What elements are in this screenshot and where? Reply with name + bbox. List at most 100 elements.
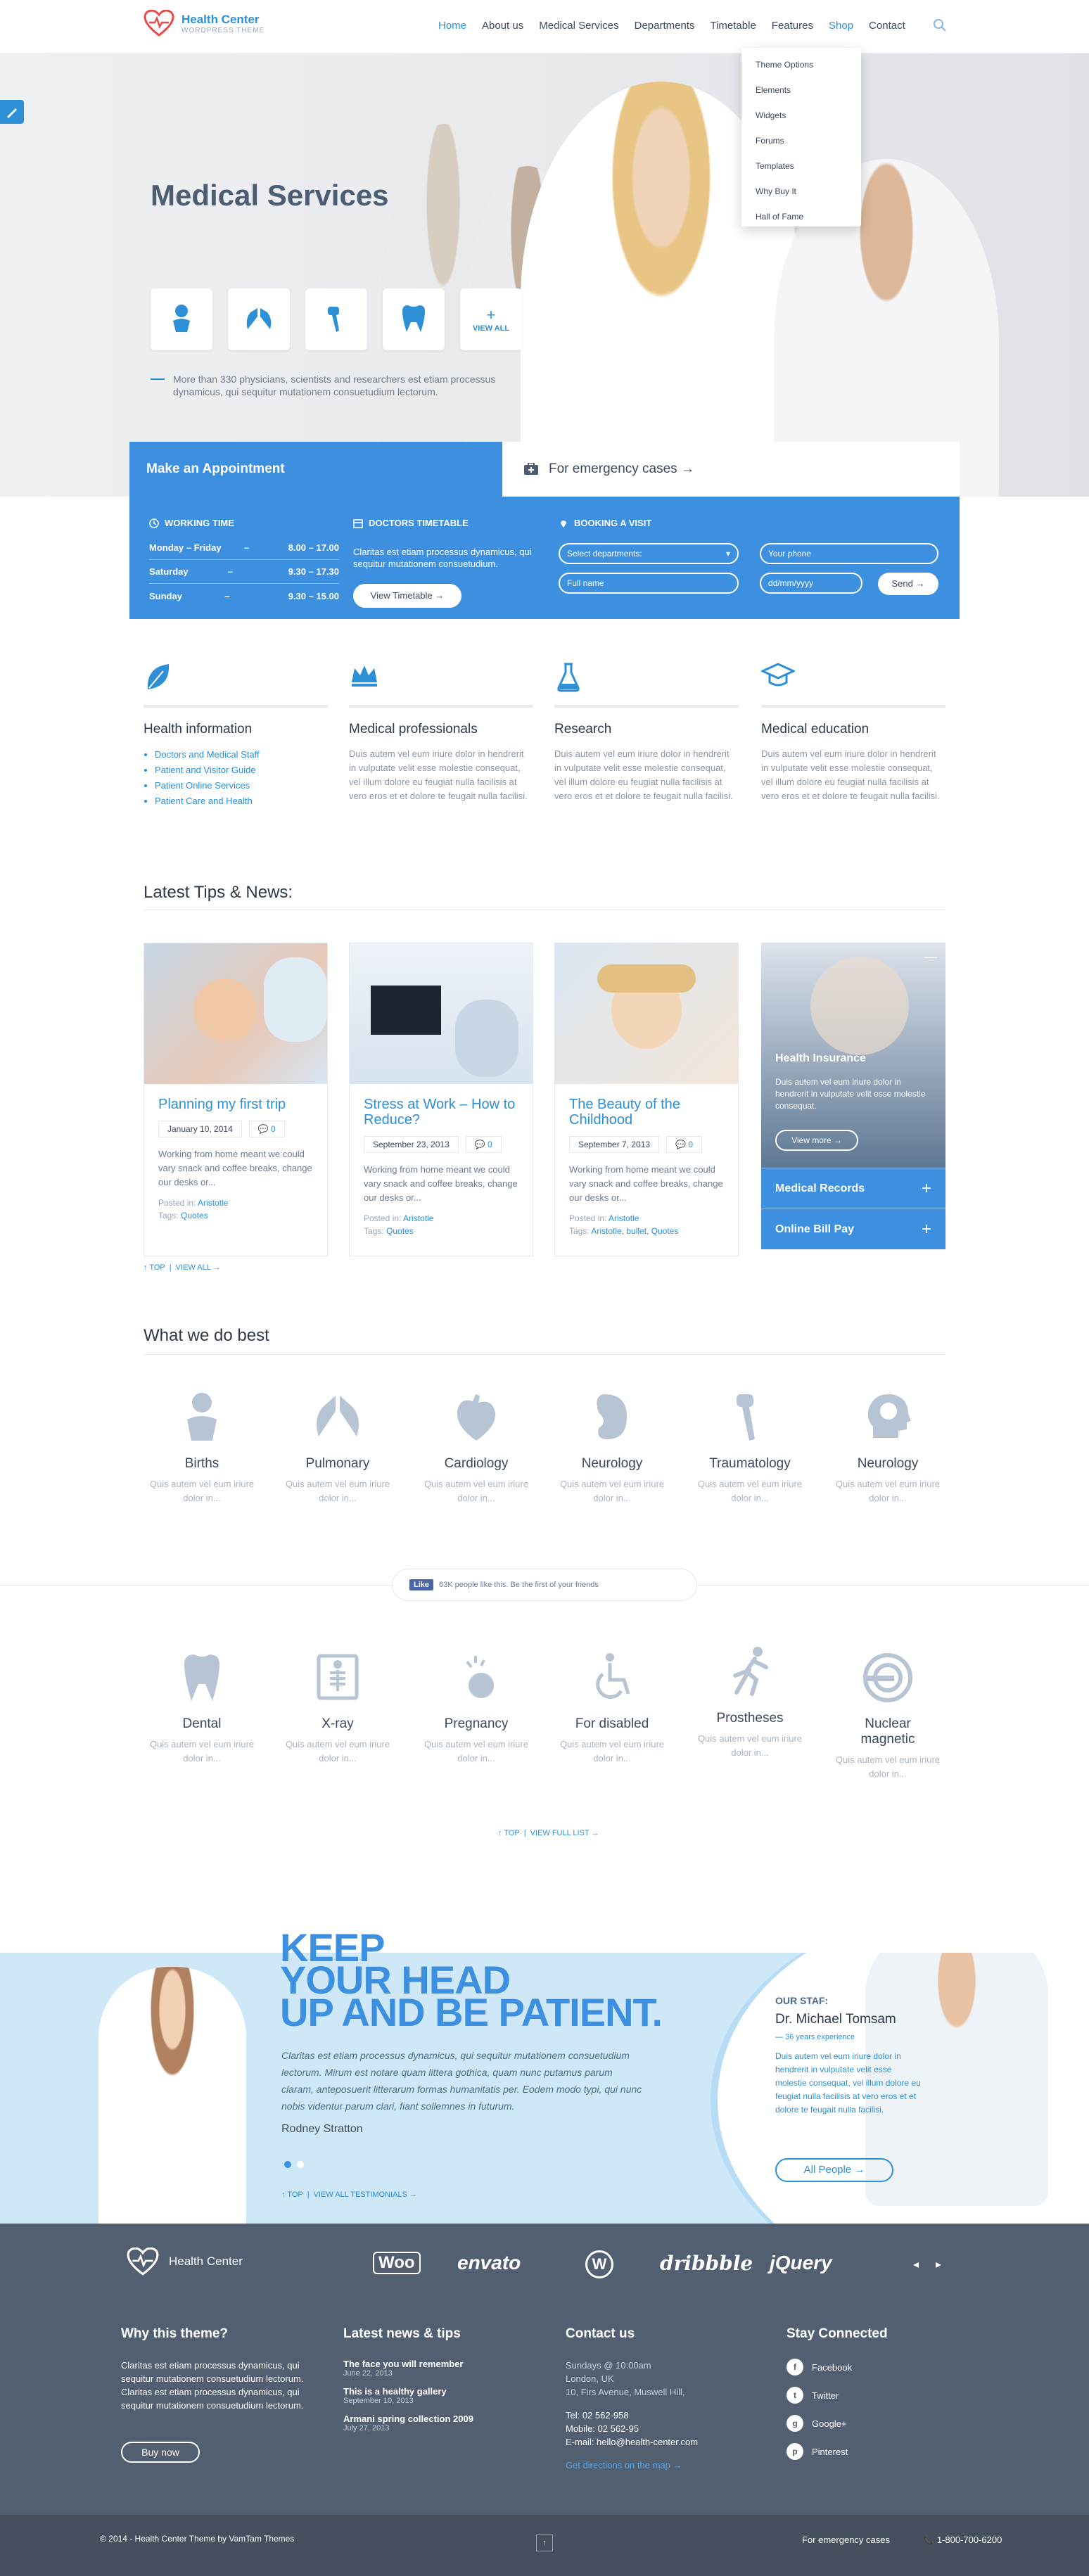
nav-features[interactable]: Features bbox=[764, 15, 821, 36]
social-googleplus[interactable]: g Google+ bbox=[786, 2415, 976, 2432]
comment-count[interactable]: 💬 0 bbox=[465, 1136, 502, 1153]
menu-item-templates[interactable]: Templates bbox=[741, 153, 861, 179]
best-item[interactable]: Dental Quis autem vel eum iriure dolor i… bbox=[146, 1646, 258, 1766]
menu-item-theme-options[interactable]: Theme Options bbox=[741, 52, 861, 77]
footer-logo[interactable]: Health Center bbox=[127, 2247, 243, 2276]
facebook-like-button[interactable]: Like bbox=[409, 1579, 434, 1590]
service-dental-button[interactable] bbox=[383, 288, 445, 350]
view-timetable-button[interactable]: View Timetable → bbox=[353, 584, 461, 608]
emergency-cases-link[interactable]: For emergency cases → bbox=[502, 442, 960, 497]
pager-dot[interactable] bbox=[297, 2161, 304, 2168]
menu-item-widgets[interactable]: Widgets bbox=[741, 103, 861, 128]
news-card[interactable]: Planning my first trip January 10, 2014 💬… bbox=[144, 943, 328, 1256]
view-full-list-link[interactable]: VIEW FULL LIST → bbox=[530, 1829, 599, 1837]
accordion-medical-records[interactable]: Medical Records + bbox=[761, 1168, 945, 1209]
all-people-button[interactable]: All People → bbox=[775, 2158, 893, 2182]
brand-dribbble[interactable]: dribbble bbox=[660, 2252, 753, 2275]
best-item[interactable]: Pulmonary Quis autem vel eum iriure dolo… bbox=[281, 1386, 394, 1505]
view-more-button[interactable]: View more → bbox=[775, 1130, 858, 1151]
view-all-testimonials-link[interactable]: VIEW ALL TESTIMONIALS → bbox=[314, 2191, 417, 2199]
logo[interactable]: Health Center WORDPRESS THEME bbox=[144, 10, 265, 37]
nav-timetable[interactable]: Timetable bbox=[702, 15, 763, 36]
footer-news-title[interactable]: This is a healthy gallery bbox=[343, 2386, 533, 2397]
best-item[interactable]: Neurology Quis autem vel eum iriure dolo… bbox=[556, 1386, 668, 1505]
nav-contact[interactable]: Contact bbox=[861, 15, 913, 36]
nav-about[interactable]: About us bbox=[474, 15, 531, 36]
tags-link[interactable]: Quotes bbox=[181, 1211, 208, 1220]
footer-emergency-phone[interactable]: 📞 1-800-700-6200 bbox=[923, 2534, 1002, 2546]
footer-news-item[interactable]: The face you will remember June 22, 2013 bbox=[343, 2359, 533, 2378]
best-item[interactable]: Births Quis autem vel eum iriure dolor i… bbox=[146, 1386, 258, 1505]
phone-input[interactable]: Your phone bbox=[760, 543, 938, 564]
feature-link[interactable]: Patient Online Services bbox=[155, 778, 328, 793]
social-pinterest[interactable]: p Pinterest bbox=[786, 2443, 976, 2460]
send-button[interactable]: Send → bbox=[878, 573, 938, 595]
full-name-input[interactable]: Full name bbox=[559, 573, 739, 594]
best-item[interactable]: Nuclear magnetic Quis autem vel eum iriu… bbox=[832, 1646, 944, 1781]
news-card[interactable]: Stress at Work – How to Reduce? Septembe… bbox=[349, 943, 533, 1256]
view-all-link[interactable]: VIEW ALL → bbox=[176, 1263, 221, 1272]
departments-select[interactable]: Select departments: ▾ bbox=[559, 543, 739, 564]
posted-in-link[interactable]: Aristotle bbox=[609, 1213, 639, 1223]
comment-count[interactable]: 💬 0 bbox=[248, 1121, 285, 1137]
best-item[interactable]: Pregnancy Quis autem vel eum iriure dolo… bbox=[420, 1646, 533, 1766]
menu-item-why-buy[interactable]: Why Buy It bbox=[741, 179, 861, 204]
service-births-button[interactable] bbox=[151, 288, 212, 350]
scroll-top-icon[interactable]: ↑ bbox=[536, 2534, 553, 2551]
news-card-image[interactable] bbox=[555, 943, 738, 1084]
brands-prev-icon[interactable]: ◂ bbox=[913, 2257, 919, 2271]
menu-item-hall-of-fame[interactable]: Hall of Fame bbox=[741, 204, 861, 229]
feature-link[interactable]: Patient Care and Health bbox=[155, 793, 328, 809]
tags-link[interactable]: Aristotle, bullet, Quotes bbox=[591, 1226, 678, 1236]
nav-home[interactable]: Home bbox=[431, 15, 474, 36]
footer-news-item[interactable]: This is a healthy gallery September 10, 2… bbox=[343, 2386, 533, 2405]
brand-jquery[interactable]: jQuery bbox=[770, 2252, 832, 2274]
menu-item-forums[interactable]: Forums bbox=[741, 128, 861, 153]
best-item[interactable]: X-ray Quis autem vel eum iriure dolor in… bbox=[281, 1646, 394, 1766]
best-item[interactable]: For disabled Quis autem vel eum iriure d… bbox=[556, 1646, 668, 1766]
top-link[interactable]: ↑ TOP bbox=[144, 1263, 165, 1272]
accordion-online-bill-pay[interactable]: Online Bill Pay + bbox=[761, 1209, 945, 1249]
social-facebook[interactable]: f Facebook bbox=[786, 2359, 976, 2376]
news-card[interactable]: The Beauty of the Childhood September 7,… bbox=[554, 943, 739, 1256]
nav-departments[interactable]: Departments bbox=[627, 15, 703, 36]
best-item[interactable]: Neurology Quis autem vel eum iriure dolo… bbox=[832, 1386, 944, 1505]
best-item[interactable]: Traumatology Quis autem vel eum iriure d… bbox=[694, 1386, 806, 1505]
tags-link[interactable]: Quotes bbox=[386, 1226, 414, 1236]
best-item[interactable]: Cardiology Quis autem vel eum iriure dol… bbox=[420, 1386, 533, 1505]
brand-wordpress[interactable]: W bbox=[585, 2250, 613, 2278]
brand-envato[interactable]: envato bbox=[457, 2252, 521, 2274]
feature-link[interactable]: Patient and Visitor Guide bbox=[155, 763, 328, 778]
brands-next-icon[interactable]: ▸ bbox=[936, 2257, 941, 2271]
customizer-toggle-icon[interactable] bbox=[0, 100, 24, 124]
top-link[interactable]: ↑ TOP bbox=[281, 2191, 303, 2199]
collapse-icon[interactable]: — bbox=[924, 950, 937, 964]
social-twitter[interactable]: t Twitter bbox=[786, 2387, 976, 2404]
footer-news-title[interactable]: The face you will remember bbox=[343, 2359, 533, 2369]
news-card-image[interactable] bbox=[350, 943, 533, 1084]
buy-now-button[interactable]: Buy now bbox=[121, 2442, 200, 2463]
pager-dot-active[interactable] bbox=[284, 2161, 291, 2168]
service-traumatology-button[interactable] bbox=[305, 288, 367, 350]
view-all-services-button[interactable]: + VIEW ALL bbox=[460, 288, 522, 350]
news-card-image[interactable] bbox=[144, 943, 327, 1084]
top-link[interactable]: ↑ TOP bbox=[498, 1829, 520, 1837]
news-card-title[interactable]: The Beauty of the Childhood bbox=[555, 1084, 738, 1128]
nav-shop[interactable]: Shop bbox=[821, 15, 861, 36]
posted-in-link[interactable]: Aristotle bbox=[198, 1198, 228, 1208]
search-icon[interactable] bbox=[931, 17, 948, 34]
date-input[interactable]: dd/mm/yyyy bbox=[760, 573, 862, 594]
best-item[interactable]: Prostheses Quis autem vel eum iriure dol… bbox=[694, 1640, 806, 1760]
news-card-title[interactable]: Stress at Work – How to Reduce? bbox=[350, 1084, 533, 1128]
footer-news-title[interactable]: Armani spring collection 2009 bbox=[343, 2414, 533, 2424]
nav-medical-services[interactable]: Medical Services bbox=[531, 15, 626, 36]
brand-woo[interactable]: Woo bbox=[373, 2252, 421, 2274]
menu-item-elements[interactable]: Elements bbox=[741, 77, 861, 103]
comment-count[interactable]: 💬 0 bbox=[666, 1136, 703, 1153]
contact-email[interactable]: E-mail: hello@health-center.com bbox=[566, 2435, 756, 2449]
posted-in-link[interactable]: Aristotle bbox=[403, 1213, 433, 1223]
service-pulmonary-button[interactable] bbox=[228, 288, 290, 350]
feature-link[interactable]: Doctors and Medical Staff bbox=[155, 747, 328, 763]
news-card-title[interactable]: Planning my first trip bbox=[144, 1084, 327, 1112]
footer-news-item[interactable]: Armani spring collection 2009 July 27, 20… bbox=[343, 2414, 533, 2432]
